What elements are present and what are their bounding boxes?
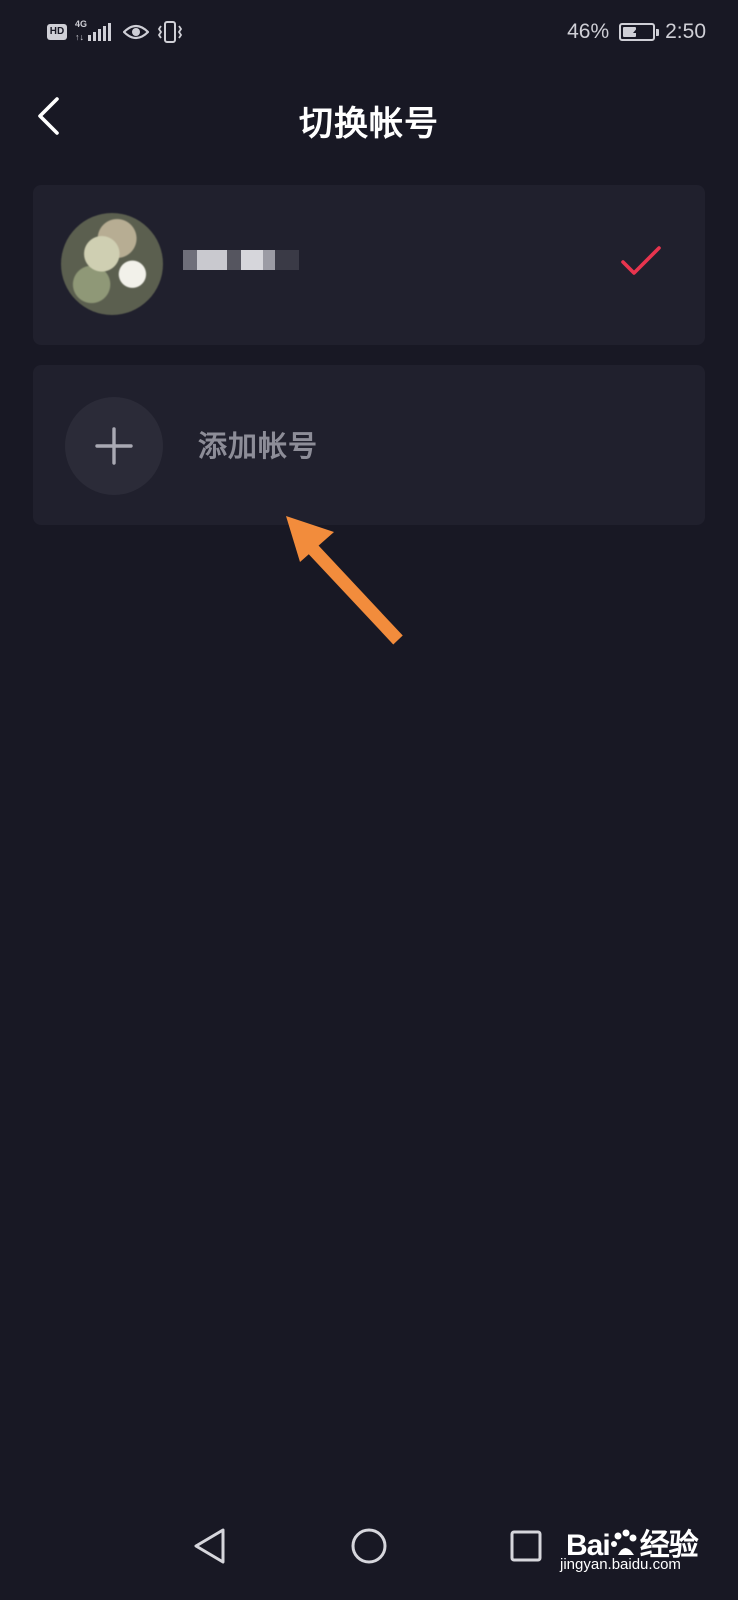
network-type: 4G [75,19,88,29]
nav-recent-button[interactable] [496,1516,556,1576]
triangle-back-icon [194,1528,225,1564]
watermark-url: jingyan.baidu.com [560,1556,681,1573]
baidu-watermark: Bai 经验 jingyan.baidu.com [560,1506,730,1576]
avatar [61,213,163,315]
signal-bars [88,23,111,41]
page-title: 切换帐号 [299,104,439,144]
status-icons-left: HD 4G ↑↓ [47,18,183,46]
hd-badge: HD [47,24,67,40]
nav-home-button[interactable] [339,1516,399,1576]
vibrate-icon [157,21,183,43]
add-account-button[interactable]: 添加帐号 [33,365,705,525]
nav-back-button[interactable] [180,1516,240,1576]
charging-bolt-icon [633,26,644,38]
network-arrows: ↑↓ [75,32,84,42]
add-account-label: 添加帐号 [198,429,319,463]
annotation-arrow-icon [286,516,403,645]
circle-home-icon [351,1528,387,1564]
battery-icon [619,23,660,41]
add-account-circle [65,397,163,495]
eye-icon [123,24,149,40]
status-bar: HD 4G ↑↓ 46% 2:50 [0,0,738,64]
account-card-current[interactable] [33,185,705,345]
paw-icon [610,1529,637,1555]
username-blurred [183,245,313,275]
plus-icon [95,427,133,465]
signal-icon: 4G ↑↓ [75,19,115,45]
status-icons-right: 46% 2:50 [567,18,706,46]
clock: 2:50 [665,20,706,43]
square-recent-icon [510,1530,542,1562]
header: 切换帐号 [0,76,738,156]
check-icon [621,246,661,275]
battery-percent: 46% [567,20,610,43]
